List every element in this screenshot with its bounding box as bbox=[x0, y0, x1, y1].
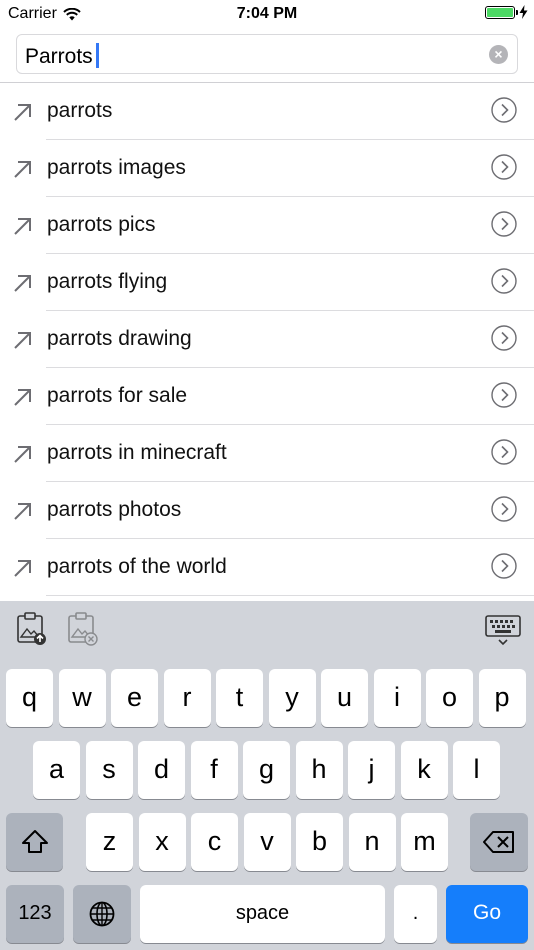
arrow-up-left-icon bbox=[14, 161, 31, 178]
chevron-right-icon[interactable] bbox=[491, 154, 517, 180]
key-a[interactable]: a bbox=[33, 741, 80, 799]
suggestion-row[interactable]: parrots photos bbox=[0, 482, 534, 539]
key-o[interactable]: o bbox=[426, 669, 473, 727]
key-e[interactable]: e bbox=[111, 669, 158, 727]
key-z[interactable]: z bbox=[86, 813, 133, 871]
keyboard-icon[interactable] bbox=[485, 611, 521, 647]
key-x[interactable]: x bbox=[138, 813, 186, 871]
suggestion-label: parrots bbox=[47, 99, 113, 122]
go-key[interactable]: Go bbox=[446, 885, 528, 943]
globe-icon bbox=[89, 901, 115, 927]
key-p[interactable]: p bbox=[478, 669, 526, 727]
charging-bolt-icon bbox=[519, 5, 528, 19]
suggestion-label: parrots for sale bbox=[47, 384, 188, 407]
key-g[interactable]: g bbox=[243, 741, 290, 799]
key-k[interactable]: k bbox=[400, 741, 448, 799]
clear-icon[interactable]: × bbox=[489, 45, 508, 64]
key-v[interactable]: v bbox=[243, 813, 291, 871]
arrow-up-left-icon bbox=[14, 104, 31, 121]
arrow-up-left-icon bbox=[14, 446, 31, 463]
space-key[interactable]: space bbox=[140, 885, 385, 943]
suggestion-label: parrots of the world bbox=[47, 555, 227, 578]
key-r[interactable]: r bbox=[163, 669, 211, 727]
suggestion-row[interactable]: parrots images bbox=[0, 140, 534, 197]
key-m[interactable]: m bbox=[401, 813, 448, 871]
key-t[interactable]: t bbox=[216, 669, 263, 727]
key-c[interactable]: c bbox=[191, 813, 238, 871]
keyboard: 123 space . Go qwertyuiop asdfghjkl zxcvbn… bbox=[0, 601, 534, 950]
suggestion-row[interactable]: parrots of the world bbox=[0, 539, 534, 596]
suggestion-label: parrots images bbox=[47, 156, 186, 179]
suggestion-list: parrots parrots images parrots pics parrots… bbox=[0, 83, 534, 596]
key-n[interactable]: n bbox=[348, 813, 396, 871]
key-b[interactable]: b bbox=[296, 813, 343, 871]
battery-group bbox=[485, 5, 528, 19]
suggestion-label: parrots in minecraft bbox=[47, 441, 227, 464]
key-f[interactable]: f bbox=[190, 741, 238, 799]
search-query: Parrots bbox=[25, 45, 93, 68]
clear-image-icon[interactable] bbox=[67, 611, 99, 647]
arrow-up-left-icon bbox=[14, 560, 31, 577]
clock: 7:04 PM bbox=[236, 5, 298, 22]
key-i[interactable]: i bbox=[373, 669, 421, 727]
key-u[interactable]: u bbox=[321, 669, 368, 727]
chevron-right-icon[interactable] bbox=[491, 382, 517, 408]
suggestion-label: parrots photos bbox=[47, 498, 182, 521]
suggestion-row[interactable]: parrots for sale bbox=[0, 368, 534, 425]
delete-key[interactable] bbox=[470, 813, 528, 871]
key-s[interactable]: s bbox=[85, 741, 133, 799]
key-q[interactable]: q bbox=[6, 669, 53, 727]
status-bar: Carrier 7:04 PM bbox=[0, 0, 534, 28]
key-y[interactable]: y bbox=[268, 669, 316, 727]
arrow-up-left-icon bbox=[14, 218, 31, 235]
key-d[interactable]: d bbox=[138, 741, 185, 799]
paste-image-icon[interactable] bbox=[16, 611, 48, 647]
shift-icon bbox=[21, 830, 48, 853]
shift-key[interactable] bbox=[6, 813, 63, 871]
key-l[interactable]: l bbox=[453, 741, 500, 799]
search-bar: Parrots × bbox=[0, 28, 534, 84]
chevron-right-icon[interactable] bbox=[491, 325, 517, 351]
backspace-icon bbox=[483, 831, 514, 853]
key-j[interactable]: j bbox=[348, 741, 395, 799]
chevron-right-icon[interactable] bbox=[491, 496, 517, 522]
numbers-key[interactable]: 123 bbox=[6, 885, 64, 943]
suggestion-row[interactable]: parrots bbox=[0, 83, 534, 140]
keyboard-toolbar bbox=[0, 601, 534, 659]
suggestion-row[interactable]: parrots flying bbox=[0, 254, 534, 311]
arrow-up-left-icon bbox=[14, 503, 31, 520]
arrow-up-left-icon bbox=[14, 332, 31, 349]
period-key[interactable]: . bbox=[394, 885, 437, 943]
chevron-right-icon[interactable] bbox=[491, 97, 517, 123]
suggestion-row[interactable]: parrots pics bbox=[0, 197, 534, 254]
chevron-right-icon[interactable] bbox=[491, 211, 517, 237]
key-h[interactable]: h bbox=[295, 741, 343, 799]
suggestion-label: parrots flying bbox=[47, 270, 168, 293]
chevron-right-icon[interactable] bbox=[491, 439, 517, 465]
suggestion-label: parrots drawing bbox=[47, 327, 192, 350]
globe-key[interactable] bbox=[73, 885, 131, 943]
chevron-right-icon[interactable] bbox=[491, 553, 517, 579]
arrow-up-left-icon bbox=[14, 389, 31, 406]
battery-icon bbox=[485, 5, 518, 19]
arrow-up-left-icon bbox=[14, 275, 31, 292]
chevron-right-icon[interactable] bbox=[491, 268, 517, 294]
suggestion-row[interactable]: parrots in minecraft bbox=[0, 425, 534, 482]
key-w[interactable]: w bbox=[58, 669, 106, 727]
text-cursor bbox=[95, 43, 99, 68]
suggestion-row[interactable]: parrots drawing bbox=[0, 311, 534, 368]
search-input[interactable]: Parrots × bbox=[16, 34, 518, 74]
suggestion-label: parrots pics bbox=[47, 213, 156, 236]
